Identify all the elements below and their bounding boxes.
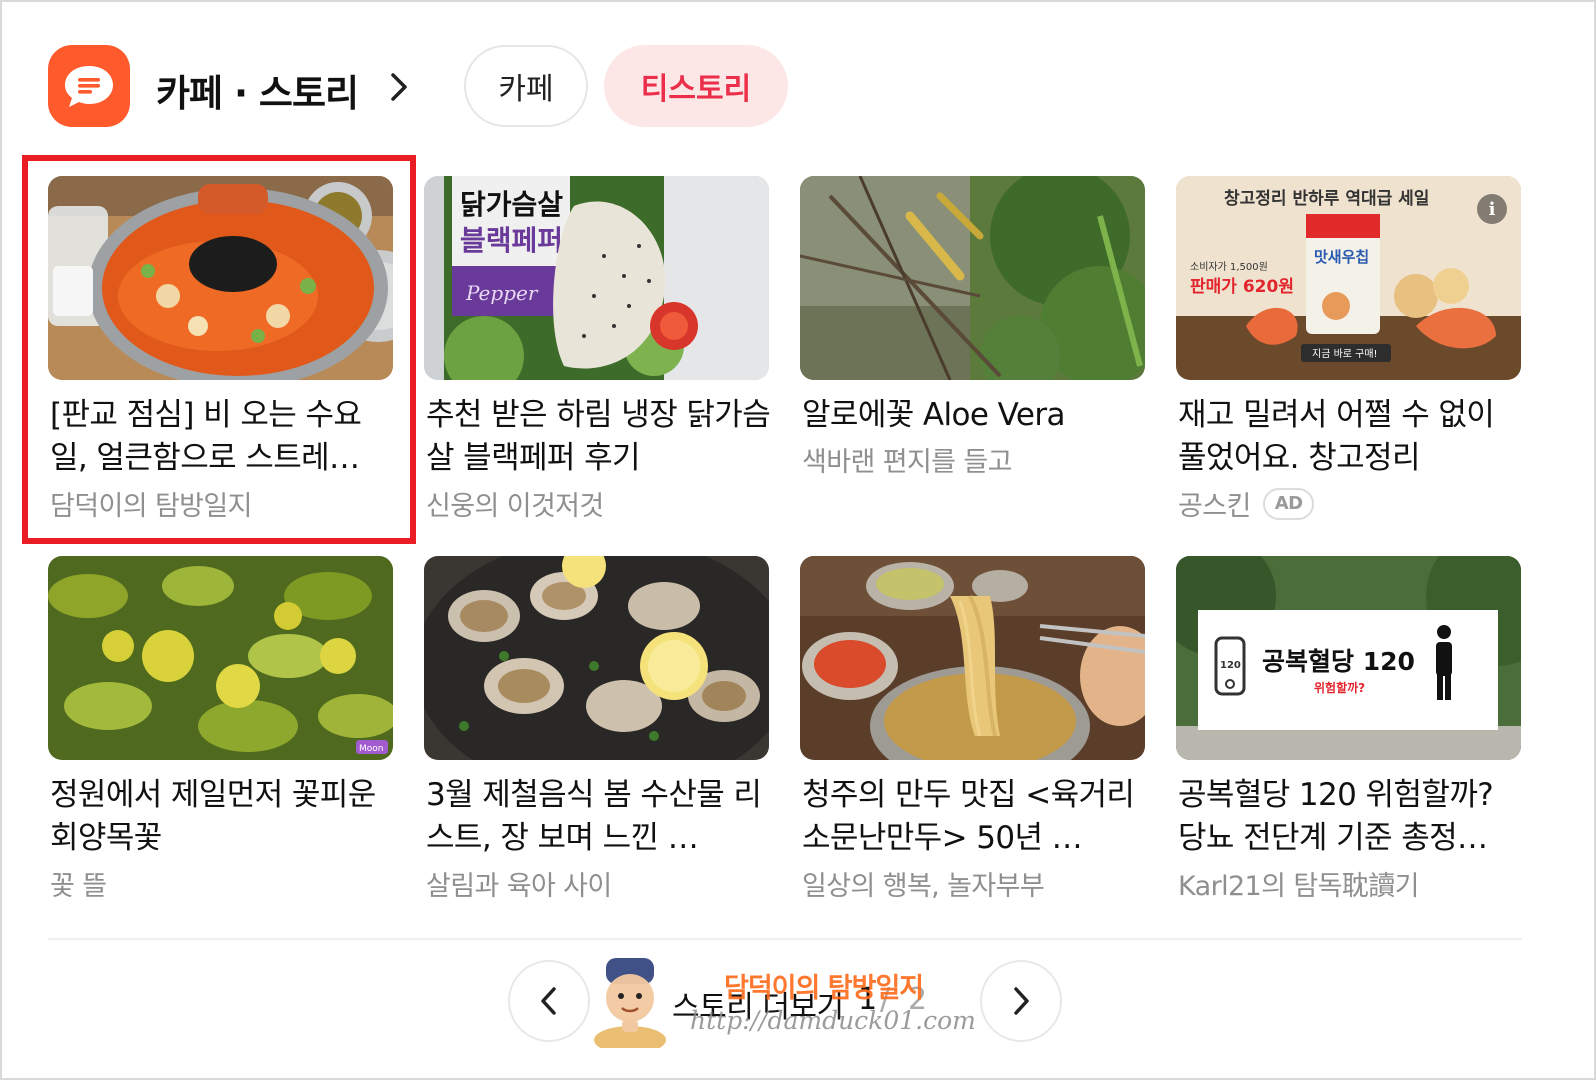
ad-badge: AD xyxy=(1262,487,1315,520)
next-page-button[interactable] xyxy=(980,960,1062,1042)
story-card[interactable]: 알로에꽃 Aloe Vera 색바랜 편지를 들고 xyxy=(800,176,1145,526)
ad-brand-text: 맛새우칩 xyxy=(1314,248,1369,266)
story-card[interactable]: [판교 점심] 비 오는 수요일, 얼큰함으로 스트레… 담덕이의 탐방일지 xyxy=(48,176,393,526)
story-source: 담덕이의 탐방일지 xyxy=(50,484,395,523)
prev-page-button[interactable] xyxy=(508,960,590,1042)
story-source: 살림과 육아 사이 xyxy=(426,864,771,903)
thumb-sub-text: 위험할까? xyxy=(1314,680,1365,695)
watermark-url: http://damduck01.com xyxy=(690,1006,976,1035)
story-title[interactable]: 재고 밀려서 어쩔 수 없이 풀었어요. 창고정리 xyxy=(1178,394,1523,480)
story-thumbnail[interactable] xyxy=(800,176,1145,380)
chevron-right-icon xyxy=(1014,987,1029,1015)
story-title[interactable]: [판교 점심] 비 오는 수요일, 얼큰함으로 스트레… xyxy=(50,394,395,480)
widget-frame xyxy=(0,0,1596,1080)
story-source-label: 신웅의 이것저것 xyxy=(426,491,604,522)
story-card[interactable]: 3월 제철음식 봄 수산물 리스트, 장 보며 느낀 … 살림과 육아 사이 xyxy=(424,556,769,906)
story-card-ad[interactable]: 창고정리 반하루 역대급 세일 소비자가 1,500원 판매가 620원 맛새우… xyxy=(1176,176,1521,526)
story-thumbnail[interactable] xyxy=(48,176,393,380)
story-card[interactable]: 닭가슴살 블랙페퍼 Pepper 추천 받은 하림 냉장 닭가슴살 블랙페퍼 후… xyxy=(424,176,771,526)
story-source: 색바랜 편지를 들고 xyxy=(802,440,1147,479)
ad-banner-text: 창고정리 반하루 역대급 세일 xyxy=(1224,189,1429,209)
story-source-label: Karl21의 탐독耽讀기 xyxy=(1178,871,1419,902)
story-source-label: 공스킨 xyxy=(1178,491,1251,522)
story-source: 신웅의 이것저것 xyxy=(426,484,771,523)
section-title[interactable]: 카페 · 스토리 xyxy=(156,63,359,117)
story-card[interactable]: 청주의 만두 맛집 <육거리소문난만두> 50년 … 일상의 행복, 놀자부부 xyxy=(800,556,1145,906)
tab-cafe[interactable]: 카페 xyxy=(464,45,588,127)
story-source: 일상의 행복, 놀자부부 xyxy=(802,864,1147,903)
story-title[interactable]: 정원에서 제일먼저 꽃피운 회양목꽃 xyxy=(50,774,395,860)
story-title[interactable]: 추천 받은 하림 냉장 닭가슴살 블랙페퍼 후기 xyxy=(426,394,771,480)
story-thumbnail[interactable]: 창고정리 반하루 역대급 세일 소비자가 1,500원 판매가 620원 맛새우… xyxy=(1176,176,1521,380)
story-title[interactable]: 공복혈당 120 위험할까? 당뇨 전단계 기준 총정… xyxy=(1178,774,1523,860)
story-source-label: 일상의 행복, 놀자부부 xyxy=(802,871,1045,902)
watermark-avatar xyxy=(594,958,666,1048)
story-thumbnail[interactable] xyxy=(424,556,769,760)
thumb-text-script: Pepper xyxy=(465,281,539,305)
story-card[interactable]: Moon 정원에서 제일먼저 꽃피운 회양목꽃 꽃 뜰 xyxy=(48,556,393,906)
story-thumbnail[interactable]: 120 공복혈당 120 위험할까? xyxy=(1176,556,1521,760)
story-thumbnail[interactable] xyxy=(800,556,1145,760)
ad-cta-text: 지금 바로 구매! xyxy=(1312,348,1378,360)
watermark-name: 담덕이의 탐방일지 xyxy=(724,973,924,1004)
section-header: 카페 · 스토리 카페 티스토리 xyxy=(48,45,1548,129)
story-title[interactable]: 3월 제철음식 봄 수산물 리스트, 장 보며 느낀 … xyxy=(426,774,771,860)
story-thumbnail[interactable]: 닭가슴살 블랙페퍼 Pepper xyxy=(424,176,769,380)
story-source-label: 살림과 육아 사이 xyxy=(426,871,612,902)
story-card[interactable]: 120 공복혈당 120 위험할까? 공복혈당 120 위험할까? 당뇨 전단계… xyxy=(1176,556,1521,906)
thumb-meter-text: 120 xyxy=(1220,660,1241,671)
chevron-right-icon[interactable] xyxy=(384,67,414,107)
story-source: 공스킨 AD xyxy=(1178,484,1523,523)
divider xyxy=(48,938,1522,940)
thumb-text-line1: 닭가슴살 xyxy=(460,188,563,221)
chevron-left-icon xyxy=(541,987,556,1015)
chat-bubble-icon[interactable] xyxy=(48,45,130,127)
tab-tistory[interactable]: 티스토리 xyxy=(604,45,788,127)
story-source: 꽃 뜰 xyxy=(50,864,395,903)
story-source-label: 담덕이의 탐방일지 xyxy=(50,491,253,522)
thumb-headline-text: 공복혈당 120 xyxy=(1262,647,1415,676)
ad-original-price: 소비자가 1,500원 xyxy=(1190,261,1268,273)
story-source-label: 색바랜 편지를 들고 xyxy=(802,447,1012,478)
story-thumbnail[interactable]: Moon xyxy=(48,556,393,760)
story-title[interactable]: 청주의 만두 맛집 <육거리소문난만두> 50년 … xyxy=(802,774,1147,860)
story-source-label: 꽃 뜰 xyxy=(50,871,107,902)
thumb-watermark-text: Moon xyxy=(359,744,383,754)
story-source: Karl21의 탐독耽讀기 xyxy=(1178,864,1523,903)
ad-info-icon[interactable]: i xyxy=(1477,194,1507,224)
thumb-text-line2: 블랙페퍼 xyxy=(460,224,563,257)
ad-sale-price: 판매가 620원 xyxy=(1190,277,1294,297)
